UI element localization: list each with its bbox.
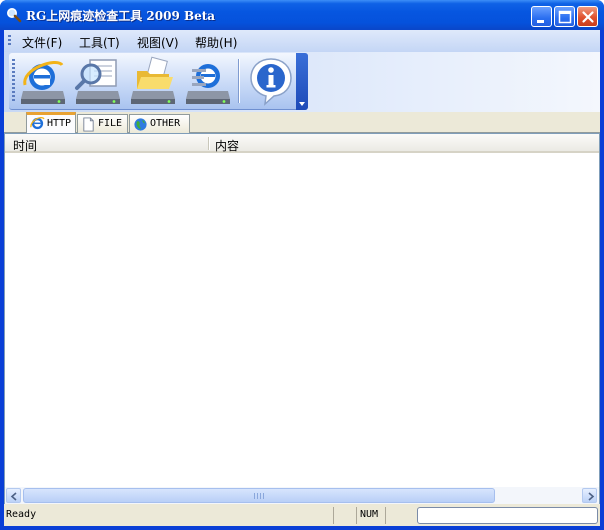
minimize-button[interactable] <box>531 6 552 27</box>
menu-file[interactable]: 文件(F) <box>22 34 62 51</box>
toolbar <box>9 53 308 110</box>
tab-strip: HTTP FILE OTHER <box>4 112 600 134</box>
close-button[interactable] <box>577 6 598 27</box>
search-history-button[interactable] <box>72 55 124 107</box>
tab-http-label: HTTP <box>47 118 72 129</box>
globe-icon <box>133 117 148 132</box>
ie-icon <box>30 116 45 131</box>
close-icon <box>582 11 594 23</box>
column-header-time[interactable]: 时间 <box>13 137 37 154</box>
ie-history-button[interactable] <box>17 55 69 107</box>
progress-bar <box>417 507 598 524</box>
toolbar-area <box>4 52 600 112</box>
tab-http[interactable]: HTTP <box>26 112 76 134</box>
column-divider[interactable] <box>208 137 210 150</box>
tab-other-label: OTHER <box>150 118 181 129</box>
tab-file[interactable]: FILE <box>77 114 128 133</box>
tab-other[interactable]: OTHER <box>129 114 190 133</box>
list-header: 时间 内容 <box>5 134 599 153</box>
minimize-icon <box>537 20 544 23</box>
menu-tools[interactable]: 工具(T) <box>79 34 120 51</box>
toolbar-separator <box>238 59 240 103</box>
status-bar: Ready NUM <box>4 505 600 526</box>
title-bar[interactable]: RG上网痕迹检查工具 2009 Beta <box>0 0 604 30</box>
folder-drive-icon <box>131 56 175 104</box>
status-text: Ready <box>6 509 37 520</box>
scroll-grip <box>254 493 264 499</box>
tab-file-label: FILE <box>98 118 123 129</box>
search-drive-icon <box>75 59 120 104</box>
horizontal-scrollbar[interactable] <box>5 487 599 504</box>
doc-drive-icon <box>186 64 230 104</box>
menu-grip[interactable] <box>8 35 11 47</box>
document-history-button[interactable] <box>182 55 234 107</box>
file-icon <box>81 117 96 132</box>
chevron-left-icon <box>10 492 17 501</box>
history-list[interactable]: 时间 内容 <box>4 133 600 504</box>
column-header-content[interactable]: 内容 <box>215 137 239 154</box>
app-window: RG上网痕迹检查工具 2009 Beta 文件(F) 工具(T) 视图(V) 帮… <box>0 0 604 530</box>
scroll-left-button[interactable] <box>6 488 21 503</box>
toolbar-grip[interactable] <box>12 59 15 103</box>
chevron-down-icon <box>299 102 305 106</box>
menu-view[interactable]: 视图(V) <box>137 34 179 51</box>
scroll-thumb[interactable] <box>23 488 495 503</box>
folder-history-button[interactable] <box>127 55 179 107</box>
info-icon <box>250 58 292 106</box>
maximize-icon <box>558 10 572 24</box>
num-lock-indicator: NUM <box>360 509 379 520</box>
scroll-right-button[interactable] <box>582 488 597 503</box>
magnifier-icon <box>6 7 22 23</box>
client-area: 文件(F) 工具(T) 视图(V) 帮助(H) HTTP FILE OTHER … <box>4 30 600 526</box>
status-divider <box>356 507 357 524</box>
about-button[interactable] <box>245 55 297 107</box>
maximize-button[interactable] <box>554 6 575 27</box>
toolbar-overflow-button[interactable] <box>296 53 308 110</box>
chevron-right-icon <box>588 492 595 501</box>
status-divider <box>333 507 334 524</box>
menu-help[interactable]: 帮助(H) <box>195 34 237 51</box>
window-title: RG上网痕迹检查工具 2009 Beta <box>26 9 216 23</box>
ie-drive-icon <box>21 61 65 104</box>
menu-bar: 文件(F) 工具(T) 视图(V) 帮助(H) <box>4 30 600 52</box>
status-divider <box>385 507 386 524</box>
